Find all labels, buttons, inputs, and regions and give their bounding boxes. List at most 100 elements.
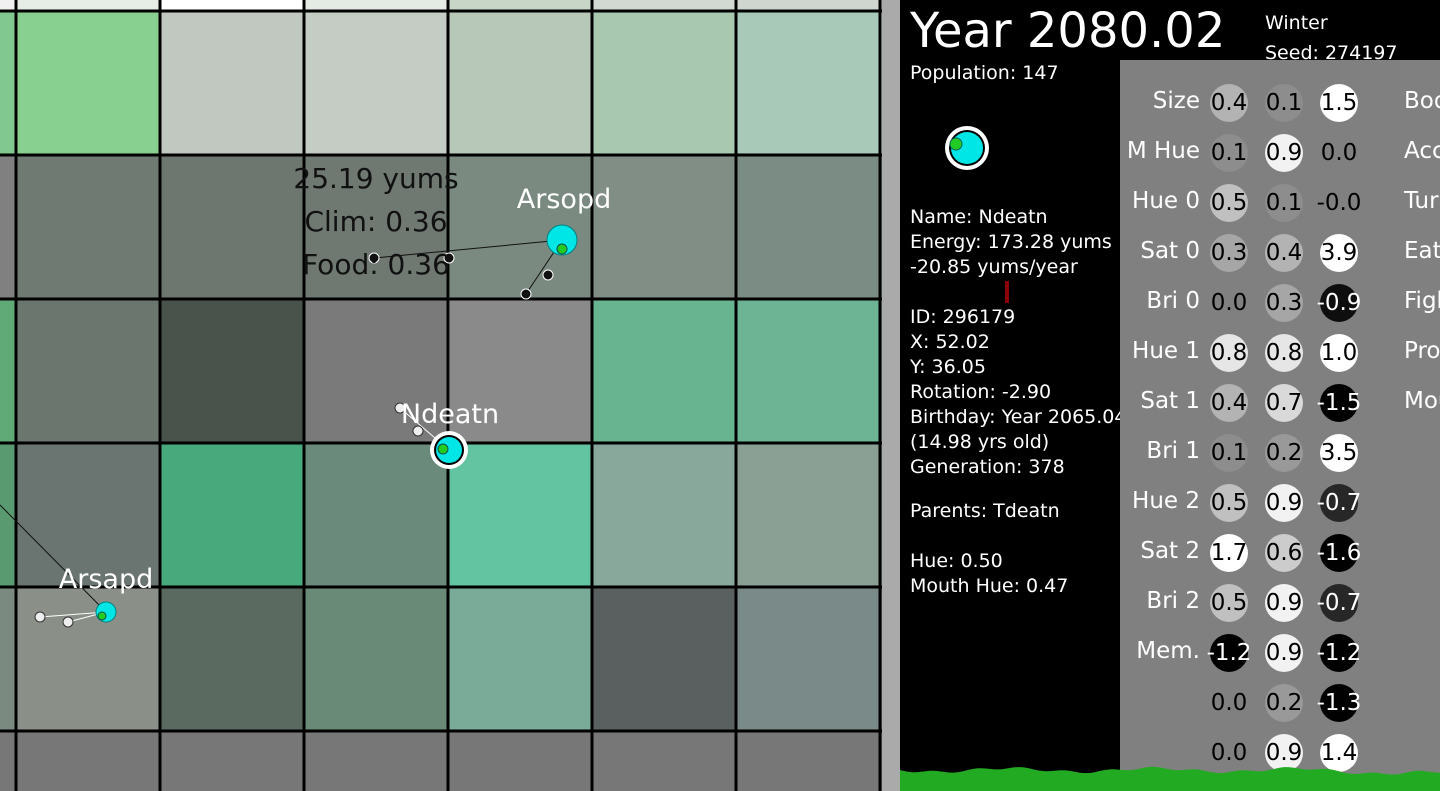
neuron-value: -1.3 — [1317, 684, 1361, 722]
world-tile — [304, 443, 448, 587]
neuron-value: 0.1 — [1265, 84, 1303, 122]
world-tile — [736, 299, 880, 443]
output-label: Procre — [1404, 338, 1440, 364]
vision-point — [62, 616, 74, 628]
population-display: Population: 147 — [910, 62, 1059, 84]
world-tile — [160, 299, 304, 443]
world-tile — [448, 0, 592, 11]
neuron-value: -0.7 — [1317, 484, 1361, 522]
input-label: Bri 0 — [1146, 288, 1200, 314]
neuron-value: 0.1 — [1265, 184, 1303, 222]
neuron-value: 0.1 — [1210, 134, 1248, 172]
input-label: Bri 1 — [1146, 438, 1200, 464]
input-label: Hue 2 — [1132, 488, 1200, 514]
tile-readout: Clim: 0.36 — [304, 205, 447, 238]
neuron-value: 0.3 — [1210, 234, 1248, 272]
world-tile — [736, 11, 880, 155]
neuron-value: 0.4 — [1210, 384, 1248, 422]
world-tile — [304, 11, 448, 155]
world-tile — [160, 155, 304, 299]
world-tile — [0, 155, 16, 299]
neuron-value: 0.4 — [1210, 84, 1248, 122]
population-graph — [900, 766, 1440, 791]
world-tile — [0, 299, 16, 443]
world-tile — [0, 443, 16, 587]
neuron-value: 0.5 — [1210, 184, 1248, 222]
creature-age: (14.98 yrs old) — [910, 431, 1050, 453]
neuron-value: 0.9 — [1265, 484, 1303, 522]
neuron-value: 0.0 — [1210, 284, 1248, 322]
creature-name-label: Arsapd — [59, 564, 153, 595]
neuron-value: 0.6 — [1265, 534, 1303, 572]
world-tile — [592, 587, 736, 731]
output-label: Mouth — [1404, 388, 1440, 414]
world-tile — [736, 155, 880, 299]
world-edge — [882, 0, 900, 791]
world-tile — [592, 155, 736, 299]
output-label: Fight — [1404, 288, 1440, 314]
output-label: Turn — [1404, 188, 1440, 214]
neuron-value: -1.6 — [1317, 534, 1361, 572]
vision-point — [34, 611, 46, 623]
world-tile — [736, 587, 880, 731]
neuron-value: 0.5 — [1210, 584, 1248, 622]
input-label: Sat 2 — [1140, 538, 1200, 564]
world-tile — [304, 587, 448, 731]
population-graph-fill — [900, 766, 1440, 791]
world-tile — [592, 299, 736, 443]
input-label: Sat 1 — [1140, 388, 1200, 414]
world-tile — [304, 0, 448, 11]
neuron-value: 3.5 — [1320, 434, 1358, 472]
world-tile — [16, 155, 160, 299]
world-tile — [0, 587, 16, 731]
input-label: M Hue — [1126, 138, 1200, 164]
neuron-value: 1.5 — [1320, 84, 1358, 122]
neuron-value: -1.2 — [1207, 634, 1251, 672]
creature-hue: Hue: 0.50 — [910, 550, 1003, 572]
creature-energy-rate: -20.85 yums/year — [910, 256, 1078, 278]
world-map[interactable]: 25.19 yums Clim: 0.36 Food: 0.36 Arsopd Ndea… — [0, 0, 900, 791]
selected-creature-thumbnail — [945, 126, 989, 170]
world-tile — [448, 587, 592, 731]
world-view[interactable]: 25.19 yums Clim: 0.36 Food: 0.36 Arsopd Ndea… — [0, 0, 900, 791]
input-label: Size — [1152, 88, 1200, 114]
input-label: Sat 0 — [1140, 238, 1200, 264]
vision-point — [542, 269, 554, 281]
world-tile — [160, 587, 304, 731]
creature-mouth — [556, 243, 568, 255]
vision-point — [520, 288, 532, 300]
world-tile — [16, 0, 160, 11]
creature-mouth — [437, 443, 449, 455]
neuron-value: 0.2 — [1265, 434, 1303, 472]
world-tile — [448, 443, 592, 587]
creature-mouth-hue: Mouth Hue: 0.47 — [910, 575, 1069, 597]
tile-readout: 25.19 yums — [293, 162, 458, 195]
neuron-value: -0.7 — [1317, 584, 1361, 622]
world-tile — [0, 0, 16, 11]
world-tile — [16, 587, 160, 731]
world-tile — [592, 0, 736, 11]
year-display: Year 2080.02 — [910, 3, 1226, 59]
world-tile — [592, 443, 736, 587]
world-tile — [160, 0, 304, 11]
neuron-value: 0.4 — [1265, 234, 1303, 272]
input-label: Mem. — [1136, 638, 1200, 664]
world-tile — [448, 11, 592, 155]
creature-id: ID: 296179 — [910, 306, 1016, 328]
output-label: Eat — [1404, 238, 1440, 264]
creature-name-label: Arsopd — [517, 184, 611, 215]
tile-readout: Food: 0.36 — [302, 248, 450, 281]
neuron-value: -0.0 — [1317, 184, 1361, 222]
energy-rate-bar — [1005, 281, 1009, 303]
neuron-value: -1.2 — [1317, 634, 1361, 672]
output-label: Accel — [1404, 138, 1440, 164]
neuron-value: 0.8 — [1265, 334, 1303, 372]
neuron-value: -1.5 — [1317, 384, 1361, 422]
neuron-value: 0.9 — [1265, 634, 1303, 672]
brain-panel: Size 0.4 0.1 1.5 Body M Hue 0.1 0.9 0.0 Accel Hue … — [1120, 60, 1440, 791]
info-panel: Year 2080.02 Winter Seed: 274197 Populat… — [900, 0, 1440, 791]
neuron-value: 1.7 — [1210, 534, 1248, 572]
neuron-value: 0.9 — [1265, 134, 1303, 172]
season-display: Winter — [1265, 12, 1328, 34]
neuron-value: 0.1 — [1210, 434, 1248, 472]
